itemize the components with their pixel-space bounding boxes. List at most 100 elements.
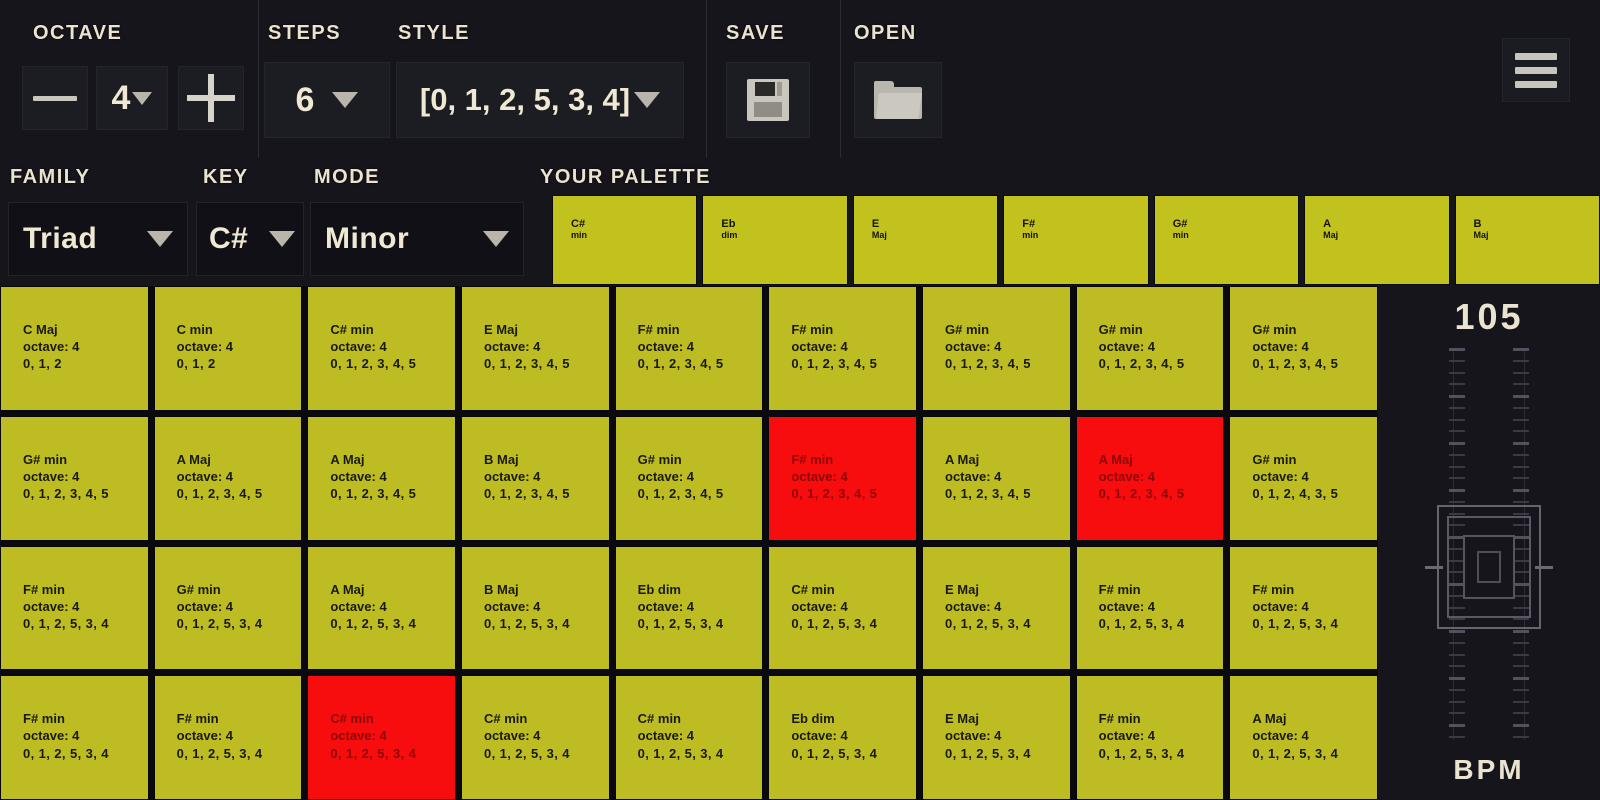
slider-tick (1449, 701, 1465, 703)
chord-cell[interactable]: A Maj octave: 4 0, 1, 2, 3, 4, 5 (307, 415, 456, 541)
chord-cell[interactable]: C# min octave: 4 0, 1, 2, 3, 4, 5 (307, 286, 456, 411)
octave-decrement-button[interactable] (22, 66, 88, 130)
floppy-disk-icon (747, 79, 789, 121)
chord-cell-chord: C# min (637, 711, 681, 727)
chord-cell-steps: 0, 1, 2, 5, 3, 4 (484, 745, 570, 761)
chord-cell[interactable]: F# min octave: 4 0, 1, 2, 3, 4, 5 (768, 286, 917, 411)
chord-cell-octave: octave: 4 (637, 339, 695, 355)
chord-cell-chord: G# min (945, 322, 990, 337)
chord-cell-steps: 0, 1, 2 (23, 356, 62, 372)
palette-chip[interactable]: B Maj (1454, 195, 1600, 285)
chord-cell[interactable]: F# min octave: 4 0, 1, 2, 3, 4, 5 (614, 286, 764, 411)
steps-value: 6 (295, 80, 315, 119)
chord-cell[interactable]: G# min octave: 4 0, 1, 2, 5, 3, 4 (153, 545, 303, 671)
hamburger-menu-button[interactable] (1502, 38, 1570, 102)
palette-chip[interactable]: E Maj (852, 195, 999, 285)
chord-cell[interactable]: F# min octave: 4 0, 1, 2, 5, 3, 4 (1229, 545, 1378, 671)
chord-cell[interactable]: F# min octave: 4 0, 1, 2, 5, 3, 4 (0, 675, 149, 800)
chord-cell[interactable]: F# min octave: 4 0, 1, 2, 5, 3, 4 (1075, 545, 1225, 671)
chord-cell[interactable]: C Maj octave: 4 0, 1, 2 (0, 286, 149, 411)
chord-cell-octave: octave: 4 (176, 339, 234, 355)
key-dropdown[interactable]: C# (196, 202, 304, 276)
slider-tick (1449, 489, 1465, 492)
chord-cell[interactable]: B Maj octave: 4 0, 1, 2, 3, 4, 5 (461, 415, 610, 541)
bpm-slider[interactable] (1378, 348, 1600, 740)
chord-cell-active[interactable]: F# min octave: 4 0, 1, 2, 3, 4, 5 (768, 415, 917, 541)
chord-cell[interactable]: Eb dim octave: 4 0, 1, 2, 5, 3, 4 (768, 675, 917, 800)
save-button[interactable] (726, 62, 810, 138)
chord-cell[interactable]: Eb dim octave: 4 0, 1, 2, 5, 3, 4 (614, 545, 764, 671)
chord-cell[interactable]: A Maj octave: 4 0, 1, 2, 3, 4, 5 (922, 415, 1071, 541)
slider-tick (1513, 407, 1529, 409)
chord-cell[interactable]: G# min octave: 4 0, 1, 2, 3, 4, 5 (1229, 286, 1378, 411)
chord-cell-octave: octave: 4 (23, 468, 80, 484)
chord-cell[interactable]: B Maj octave: 4 0, 1, 2, 5, 3, 4 (461, 545, 610, 671)
slider-tick (1513, 419, 1529, 421)
palette-chip[interactable]: F# min (1003, 195, 1149, 285)
style-dropdown[interactable]: [0, 1, 2, 5, 3, 4] (396, 62, 684, 138)
chord-cell-octave: octave: 4 (791, 468, 848, 484)
slider-tick (1449, 454, 1465, 456)
chord-cell[interactable]: G# min octave: 4 0, 1, 2, 4, 3, 5 (1229, 415, 1378, 541)
top-toolbar: OCTAVE 4 STEPS 6 STYLE [0, 1, 2, 5, 3, 4… (0, 0, 1600, 158)
chord-cell-chord: A Maj (176, 451, 211, 467)
palette-chip[interactable]: G# min (1153, 195, 1300, 285)
slider-tick (1513, 395, 1529, 398)
mode-dropdown[interactable]: Minor (310, 202, 524, 276)
chord-cell[interactable]: G# min octave: 4 0, 1, 2, 3, 4, 5 (1075, 286, 1225, 411)
chord-cell-chord: Eb dim (637, 581, 681, 597)
bpm-label: BPM (1453, 754, 1525, 785)
chord-cell-octave: octave: 4 (23, 598, 80, 614)
chord-cell[interactable]: C# min octave: 4 0, 1, 2, 5, 3, 4 (461, 675, 610, 800)
chord-cell[interactable]: E Maj octave: 4 0, 1, 2, 5, 3, 4 (922, 545, 1071, 671)
chord-cell-steps: 0, 1, 2, 5, 3, 4 (23, 745, 109, 761)
chord-cell[interactable]: C min octave: 4 0, 1, 2 (153, 286, 303, 411)
slider-tick (1513, 701, 1529, 703)
toolbar-divider-3 (840, 0, 841, 158)
chord-cell-active[interactable]: A Maj octave: 4 0, 1, 2, 3, 4, 5 (1075, 415, 1225, 541)
chord-cell-chord: G# min (1252, 322, 1297, 337)
palette-chip[interactable]: Eb dim (702, 195, 848, 285)
chord-cell[interactable]: A Maj octave: 4 0, 1, 2, 5, 3, 4 (307, 545, 456, 671)
chord-cell-octave: octave: 4 (1252, 728, 1309, 744)
open-button[interactable] (854, 62, 942, 138)
steps-dropdown[interactable]: 6 (264, 62, 390, 138)
chord-cell-octave: octave: 4 (1252, 468, 1309, 484)
chord-cell-steps: 0, 1, 2, 3, 4, 5 (23, 486, 109, 502)
chord-cell-octave: octave: 4 (791, 598, 848, 614)
chord-cell-octave: octave: 4 (176, 468, 234, 484)
palette-chip[interactable]: C# min (552, 195, 698, 285)
chord-cell[interactable]: C# min octave: 4 0, 1, 2, 5, 3, 4 (614, 675, 764, 800)
chord-cell[interactable]: F# min octave: 4 0, 1, 2, 5, 3, 4 (1075, 675, 1225, 800)
slider-tick (1449, 419, 1465, 421)
chord-cell[interactable]: G# min octave: 4 0, 1, 2, 3, 4, 5 (0, 415, 149, 541)
chord-cell-chord: C# min (330, 711, 374, 727)
chord-cell[interactable]: E Maj octave: 4 0, 1, 2, 5, 3, 4 (922, 675, 1071, 800)
chord-cell-steps: 0, 1, 2, 3, 4, 5 (176, 486, 263, 502)
chord-cell[interactable]: C# min octave: 4 0, 1, 2, 5, 3, 4 (768, 545, 917, 671)
chord-cell[interactable]: A Maj octave: 4 0, 1, 2, 3, 4, 5 (153, 415, 303, 541)
octave-increment-button[interactable] (178, 66, 244, 130)
chord-cell[interactable]: F# min octave: 4 0, 1, 2, 5, 3, 4 (153, 675, 303, 800)
chord-cell[interactable]: F# min octave: 4 0, 1, 2, 5, 3, 4 (0, 545, 149, 671)
chord-cell-chord: F# min (791, 322, 834, 337)
chord-cell[interactable]: G# min octave: 4 0, 1, 2, 3, 4, 5 (614, 415, 764, 541)
bpm-slider-thumb[interactable] (1425, 505, 1553, 629)
chord-cell-octave: octave: 4 (330, 598, 387, 614)
octave-value-dropdown[interactable]: 4 (96, 66, 168, 130)
chord-cell-octave: octave: 4 (637, 598, 695, 614)
slider-tick (1449, 442, 1465, 445)
chord-cell[interactable]: G# min octave: 4 0, 1, 2, 3, 4, 5 (922, 286, 1071, 411)
chord-cell-steps: 0, 1, 2, 5, 3, 4 (1098, 615, 1185, 631)
chord-cell-active[interactable]: C# min octave: 4 0, 1, 2, 5, 3, 4 (307, 675, 456, 800)
palette-chip[interactable]: A Maj (1304, 195, 1450, 285)
chord-cell[interactable]: A Maj octave: 4 0, 1, 2, 5, 3, 4 (1229, 675, 1378, 800)
chord-cell-steps: 0, 1, 2, 3, 4, 5 (484, 486, 570, 502)
chord-cell[interactable]: E Maj octave: 4 0, 1, 2, 3, 4, 5 (461, 286, 610, 411)
palette-chip-root: C# (571, 218, 586, 230)
main-area: C Maj octave: 4 0, 1, 2C min octave: 4 0, 1,… (0, 286, 1600, 800)
palette-chip-quality: min (1172, 230, 1189, 241)
family-dropdown[interactable]: Triad (8, 202, 188, 276)
palette-chip-root: E (871, 218, 880, 230)
chord-cell-chord: F# min (23, 581, 65, 597)
